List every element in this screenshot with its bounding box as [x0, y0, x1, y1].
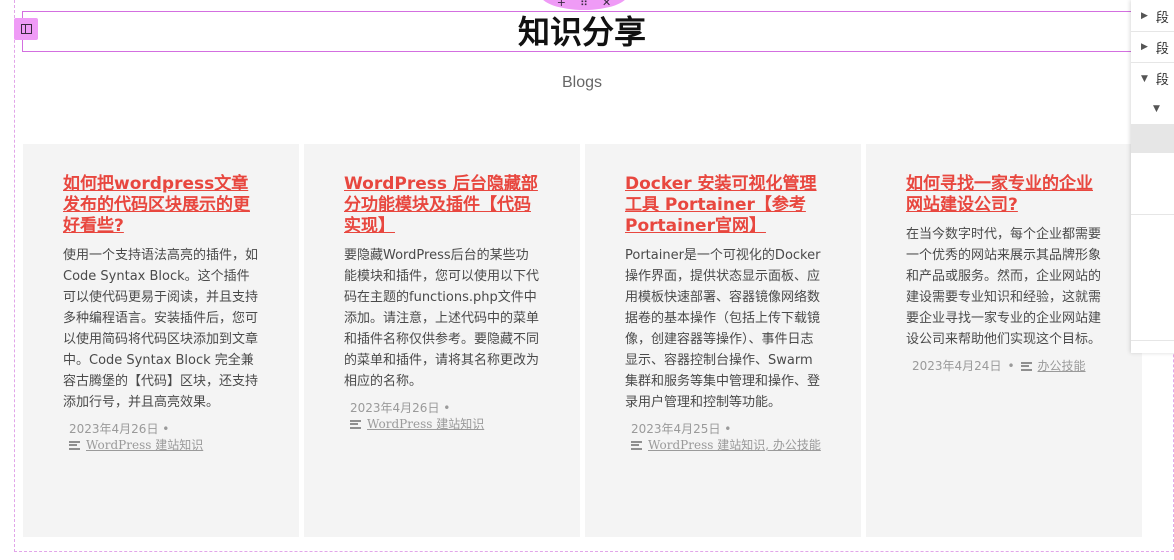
post-excerpt: Portainer是一个可视化的Docker操作界面，提供状态显示面板、应用模板… — [625, 248, 821, 410]
navigator-item[interactable]: ▶ 段 — [1131, 32, 1174, 63]
meta-separator: • — [1007, 359, 1015, 373]
caret-right-icon[interactable]: ▶ — [1141, 42, 1148, 52]
meta-separator: • — [162, 422, 170, 436]
page-title: 知识分享 — [517, 13, 646, 51]
category-icon — [631, 440, 642, 450]
meta-separator: • — [443, 401, 451, 415]
post-category-link[interactable]: WordPress 建站知识 — [367, 416, 484, 432]
post-date: 2023年4月26日 — [69, 422, 159, 436]
post-card: WordPress 后台隐藏部分功能模块及插件【代码实现】 要隐藏WordPre… — [304, 144, 580, 537]
post-excerpt: 在当今数字时代，每个企业都需要一个优秀的网站来展示其品牌形象和产品或服务。然而，… — [906, 227, 1102, 347]
plus-icon[interactable]: + — [557, 0, 566, 8]
navigator-item[interactable]: ▼ 【 — [1131, 93, 1174, 124]
caret-down-icon[interactable]: ▼ — [1141, 74, 1148, 84]
category-icon — [350, 419, 361, 429]
caret-right-icon[interactable]: ▶ — [1141, 11, 1148, 21]
post-date: 2023年4月24日 — [912, 359, 1002, 373]
post-excerpt: 使用一个支持语法高亮的插件，如Code Syntax Block。这个插件可以使… — [63, 248, 259, 410]
post-meta: 2023年4月26日 • WordPress 建站知识 — [63, 421, 259, 453]
post-meta: 2023年4月25日 • WordPress 建站知识, 办公技能 — [625, 421, 821, 453]
close-icon[interactable]: ✕ — [602, 0, 611, 8]
post-date: 2023年4月26日 — [350, 401, 440, 415]
post-card: 如何寻找一家专业的企业网站建设公司? 在当今数字时代，每个企业都需要一个优秀的网… — [866, 144, 1142, 537]
post-excerpt: 要隐藏WordPress后台的某些功能模块和插件，您可以使用以下代码在主题的fu… — [344, 248, 540, 389]
grid-dots-icon[interactable]: ⠿ — [580, 0, 588, 8]
post-title-link[interactable]: 如何寻找一家专业的企业网站建设公司? — [906, 174, 1102, 216]
category-icon — [1020, 361, 1032, 371]
post-category-link[interactable]: 办公技能 — [1038, 358, 1086, 374]
post-title-link[interactable]: 如何把wordpress文章发布的代码区块展示的更好看些? — [63, 174, 259, 237]
caret-down-icon[interactable]: ▼ — [1153, 104, 1160, 114]
post-meta: 2023年4月26日 • WordPress 建站知识 — [344, 400, 540, 432]
navigator-item[interactable]: ▼ 段 — [1131, 63, 1174, 94]
navigator-item[interactable]: ▶ 段 — [1131, 1, 1174, 32]
navigator-panel: ▶ 段 ▶ 段 ▼ 段 ▼ 【 — [1131, 0, 1174, 353]
page-subtitle: Blogs — [561, 74, 603, 91]
post-title-link[interactable]: WordPress 后台隐藏部分功能模块及插件【代码实现】 — [344, 174, 540, 237]
divider — [1131, 214, 1174, 215]
post-category-link[interactable]: WordPress 建站知识, 办公技能 — [648, 437, 821, 453]
navigator-item-label: 段 — [1155, 41, 1169, 57]
post-meta: 2023年4月24日 • 办公技能 — [906, 358, 1102, 374]
divider — [1131, 340, 1174, 341]
meta-separator: • — [724, 422, 732, 436]
post-card: Docker 安装可视化管理工具 Portainer【参考Portainer官网… — [585, 144, 861, 537]
post-title-link[interactable]: Docker 安装可视化管理工具 Portainer【参考Portainer官网… — [625, 174, 821, 237]
post-date: 2023年4月25日 — [631, 422, 721, 436]
navigator-selected-row[interactable] — [1131, 124, 1174, 153]
navigator-item-label: 段 — [1155, 10, 1169, 26]
category-icon — [69, 440, 80, 450]
post-category-link[interactable]: WordPress 建站知识 — [86, 437, 203, 453]
post-card: 如何把wordpress文章发布的代码区块展示的更好看些? 使用一个支持语法高亮… — [23, 144, 299, 537]
navigator-item-label: 【 — [1168, 99, 1174, 118]
navigator-item-label: 段 — [1155, 73, 1169, 88]
